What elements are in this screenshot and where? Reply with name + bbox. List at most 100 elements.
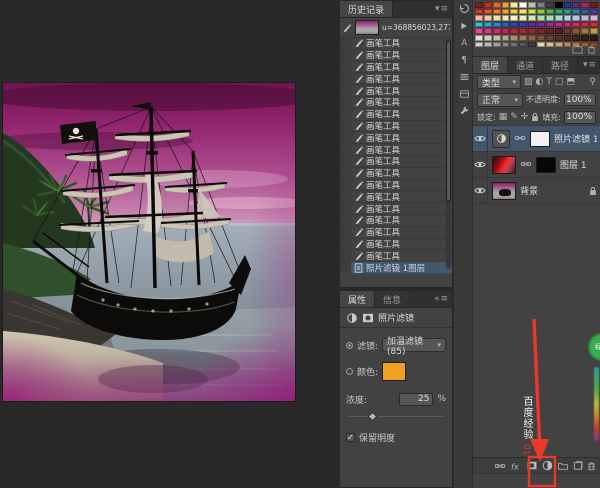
layer-comps-dock-icon[interactable] <box>454 85 474 102</box>
visibility-toggle[interactable] <box>473 152 488 177</box>
color-swatch[interactable] <box>572 9 580 15</box>
history-source-checkbox[interactable] <box>340 132 351 143</box>
color-swatch[interactable] <box>546 2 554 8</box>
color-swatch[interactable] <box>528 35 536 41</box>
color-swatch[interactable] <box>581 2 589 8</box>
history-entry[interactable]: 画笔工具 <box>340 215 452 227</box>
filter-smart-icon[interactable]: ⬒ <box>566 77 575 87</box>
color-swatch[interactable] <box>537 28 545 34</box>
color-swatch[interactable] <box>564 28 572 34</box>
color-swatch[interactable] <box>502 15 510 21</box>
color-swatch[interactable] <box>537 9 545 15</box>
history-source-checkbox[interactable] <box>340 38 351 49</box>
color-swatch[interactable] <box>493 35 501 41</box>
color-swatch[interactable] <box>590 15 598 21</box>
fill-input[interactable]: 100% <box>564 111 596 124</box>
density-slider-knob[interactable] <box>368 412 378 422</box>
color-swatch[interactable] <box>590 28 598 34</box>
layer-filter-type-select[interactable]: 类型▾ <box>477 75 521 89</box>
history-source-checkbox[interactable] <box>340 203 351 214</box>
adjustment-layer-thumbnail[interactable] <box>492 130 510 148</box>
history-entry[interactable]: 画笔工具 <box>340 73 452 85</box>
history-entry[interactable]: 画笔工具 <box>340 239 452 251</box>
document-image[interactable] <box>2 82 296 402</box>
color-swatch[interactable] <box>581 35 589 41</box>
layer-mask-thumbnail[interactable] <box>530 131 550 147</box>
layer-row[interactable]: 图层 1 <box>473 152 600 178</box>
color-swatch[interactable] <box>519 35 527 41</box>
color-swatch[interactable] <box>555 22 563 28</box>
lock-position-icon[interactable]: ✛ <box>521 112 529 122</box>
layer-thumbnail[interactable] <box>492 156 516 174</box>
color-swatch[interactable] <box>546 42 554 48</box>
history-entry[interactable]: 画笔工具 <box>340 121 452 133</box>
layers-panel-menu-icon[interactable]: ▾≡ <box>583 60 597 70</box>
history-source-checkbox[interactable] <box>340 156 351 167</box>
history-scrollbar[interactable] <box>446 39 451 269</box>
layer-row[interactable]: 背景 <box>473 178 600 204</box>
color-swatch[interactable] <box>546 15 554 21</box>
snapshot-thumbnail[interactable] <box>355 20 379 35</box>
tab-history[interactable]: 历史记录 <box>340 1 393 17</box>
color-swatch[interactable] <box>537 15 545 21</box>
color-swatch[interactable] <box>528 2 536 8</box>
history-source-checkbox[interactable] <box>340 144 351 155</box>
color-swatch[interactable] <box>484 22 492 28</box>
history-entry[interactable]: 画笔工具 <box>340 180 452 192</box>
history-source-checkbox[interactable] <box>340 97 351 108</box>
history-entry[interactable]: 画笔工具 <box>340 203 452 215</box>
color-swatch[interactable] <box>555 28 563 34</box>
history-source-checkbox[interactable] <box>340 62 351 73</box>
paragraph-dock-icon[interactable]: ¶ <box>454 51 474 68</box>
color-swatch[interactable] <box>581 28 589 34</box>
color-swatch[interactable] <box>590 35 598 41</box>
color-swatch[interactable] <box>502 2 510 8</box>
history-dock-icon[interactable] <box>454 0 474 17</box>
history-entry[interactable]: 画笔工具 <box>340 50 452 62</box>
color-swatch[interactable] <box>493 9 501 15</box>
color-swatch[interactable] <box>475 22 483 28</box>
tab-info[interactable]: 信息 <box>375 291 410 307</box>
history-snapshot-row[interactable]: u=368856023,2771491… <box>340 18 452 38</box>
adjustment-button[interactable] <box>542 460 553 471</box>
history-source-checkbox[interactable] <box>340 262 351 273</box>
styles-dock-icon[interactable] <box>454 68 474 85</box>
color-swatch[interactable] <box>519 15 527 21</box>
color-swatch[interactable] <box>502 22 510 28</box>
color-swatch[interactable] <box>581 15 589 21</box>
filter-adjustment-icon[interactable]: ◐ <box>536 77 544 87</box>
density-input[interactable]: 25 <box>399 393 433 406</box>
tab-paths[interactable]: 路径 <box>543 57 578 73</box>
color-swatch[interactable] <box>475 9 483 15</box>
group-button[interactable] <box>557 461 569 470</box>
color-swatch[interactable] <box>484 35 492 41</box>
color-swatch[interactable] <box>537 2 545 8</box>
color-swatch[interactable] <box>475 2 483 8</box>
color-swatch[interactable] <box>528 15 536 21</box>
color-swatch[interactable] <box>564 9 572 15</box>
color-swatch[interactable] <box>564 35 572 41</box>
visibility-toggle[interactable] <box>473 178 488 203</box>
history-entry[interactable]: 画笔工具 <box>340 109 452 121</box>
color-swatch[interactable] <box>475 42 483 48</box>
history-entry[interactable]: 画笔工具 <box>340 62 452 74</box>
history-brush-source-icon[interactable] <box>342 23 352 33</box>
color-swatch[interactable] <box>493 2 501 8</box>
color-swatch[interactable] <box>546 22 554 28</box>
filter-pixel-icon[interactable]: ▨ <box>524 77 533 87</box>
color-swatch[interactable] <box>572 35 580 41</box>
color-swatch[interactable] <box>555 35 563 41</box>
lock-transparency-icon[interactable]: ▦ <box>499 112 508 122</box>
color-swatch[interactable] <box>555 15 563 21</box>
history-source-checkbox[interactable] <box>340 50 351 61</box>
color-swatch[interactable] <box>590 2 598 8</box>
color-swatch[interactable] <box>572 15 580 21</box>
blend-mode-select[interactable]: 正常▾ <box>477 93 523 107</box>
color-swatch[interactable] <box>475 35 483 41</box>
history-source-checkbox[interactable] <box>340 109 351 120</box>
history-entry[interactable]: 画笔工具 <box>340 97 452 109</box>
history-source-checkbox[interactable] <box>340 121 351 132</box>
new-layer-button[interactable] <box>573 461 583 470</box>
history-entry[interactable]: 画笔工具 <box>340 250 452 262</box>
color-swatch[interactable] <box>510 2 518 8</box>
